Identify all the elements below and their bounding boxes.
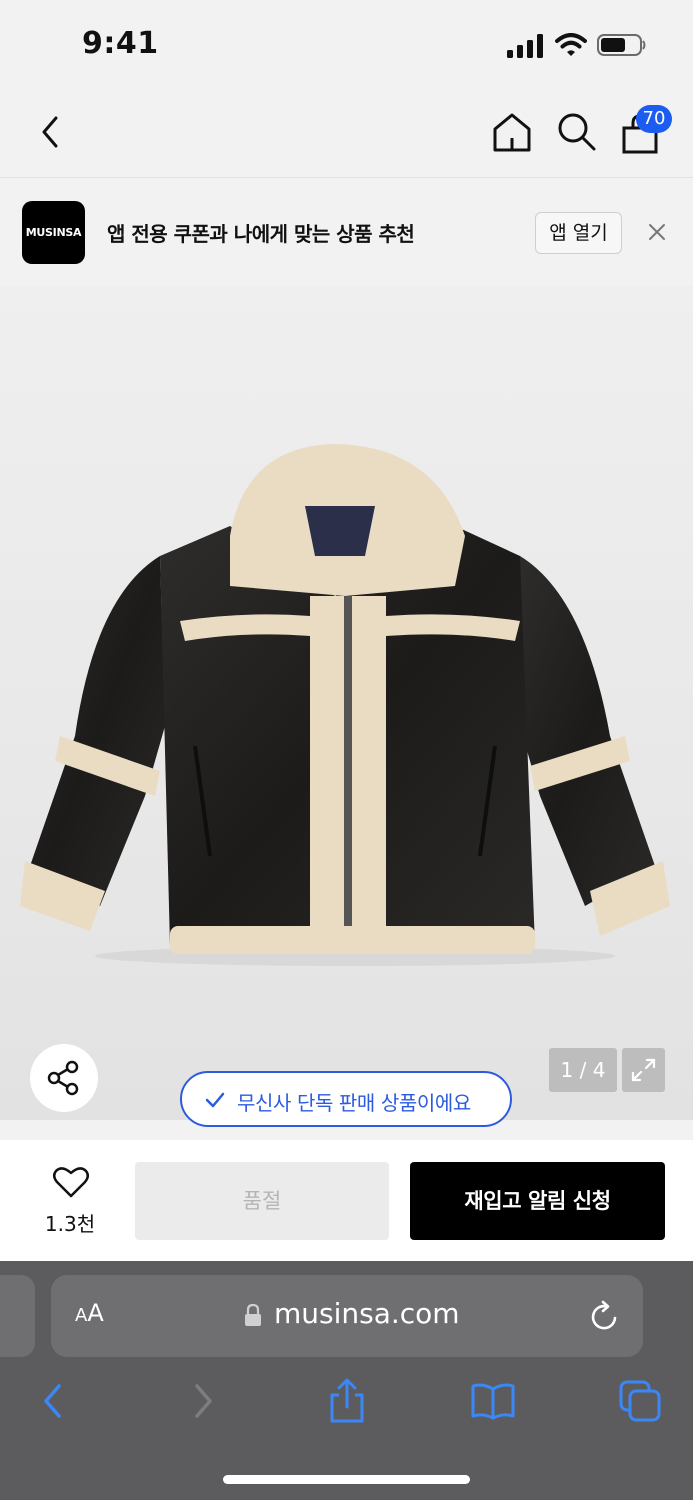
like-count: 1.3천 [44, 1212, 96, 1236]
banner-message: 앱 전용 쿠폰과 나에게 맞는 상품 추천 [107, 222, 415, 246]
home-icon[interactable] [490, 110, 534, 154]
page-settings-button[interactable]: AA [75, 1299, 104, 1327]
page: 9:41 70 MUSINSA 앱 전용 쿠폰과 나에게 맞는 상품 추천 앱 … [0, 0, 693, 1500]
heart-icon[interactable] [52, 1165, 90, 1199]
restock-alert-button[interactable]: 재입고 알림 신청 [410, 1162, 665, 1240]
open-app-button[interactable]: 앱 열기 [535, 212, 622, 254]
product-photo-shearling-jacket [20, 444, 670, 966]
cellular-signal-icon [507, 34, 543, 58]
search-icon[interactable] [556, 110, 598, 154]
purchase-action-bar: 1.3천 품절 재입고 알림 신청 [0, 1140, 693, 1261]
bookmarks-icon[interactable] [470, 1381, 516, 1421]
battery-icon [597, 34, 646, 56]
address-bar[interactable]: AA musinsa.com [51, 1275, 643, 1357]
exclusive-sale-badge: 무신사 단독 판매 상품이에요 [180, 1071, 512, 1127]
top-nav-bar [0, 90, 693, 178]
lock-icon [245, 1303, 261, 1326]
product-image-gallery[interactable]: 1 / 4 무신사 단독 판매 상품이에요 [0, 286, 693, 1127]
url-text: musinsa.com [274, 1297, 460, 1330]
wifi-icon [555, 33, 587, 56]
expand-image-button[interactable] [622, 1048, 665, 1092]
home-indicator [223, 1475, 470, 1484]
aa-big-letter: A [87, 1299, 104, 1327]
previous-tab-edge[interactable] [0, 1275, 35, 1357]
cart-count-badge: 70 [636, 105, 672, 133]
browser-back-icon[interactable] [38, 1381, 68, 1421]
check-icon [205, 1092, 225, 1108]
status-time: 9:41 [82, 26, 159, 61]
close-icon[interactable] [645, 220, 669, 244]
app-install-banner: MUSINSA 앱 전용 쿠폰과 나에게 맞는 상품 추천 앱 열기 [0, 180, 693, 286]
image-counter: 1 / 4 [549, 1048, 617, 1092]
soldout-button: 품절 [135, 1162, 389, 1240]
tabs-icon[interactable] [618, 1379, 662, 1423]
browser-share-icon[interactable] [326, 1377, 368, 1425]
back-chevron-icon[interactable] [34, 112, 68, 152]
exclusive-sale-text: 무신사 단독 판매 상품이에요 [237, 1091, 471, 1115]
browser-toolbar: AA musinsa.com [0, 1261, 693, 1500]
share-button[interactable] [30, 1044, 98, 1112]
status-bar: 9:41 [0, 0, 693, 90]
browser-forward-icon[interactable] [188, 1381, 218, 1421]
expand-icon [631, 1058, 656, 1082]
aa-small-letter: A [75, 1305, 88, 1326]
share-icon [47, 1060, 79, 1096]
musinsa-logo: MUSINSA [22, 201, 85, 264]
reload-icon[interactable] [589, 1299, 621, 1333]
